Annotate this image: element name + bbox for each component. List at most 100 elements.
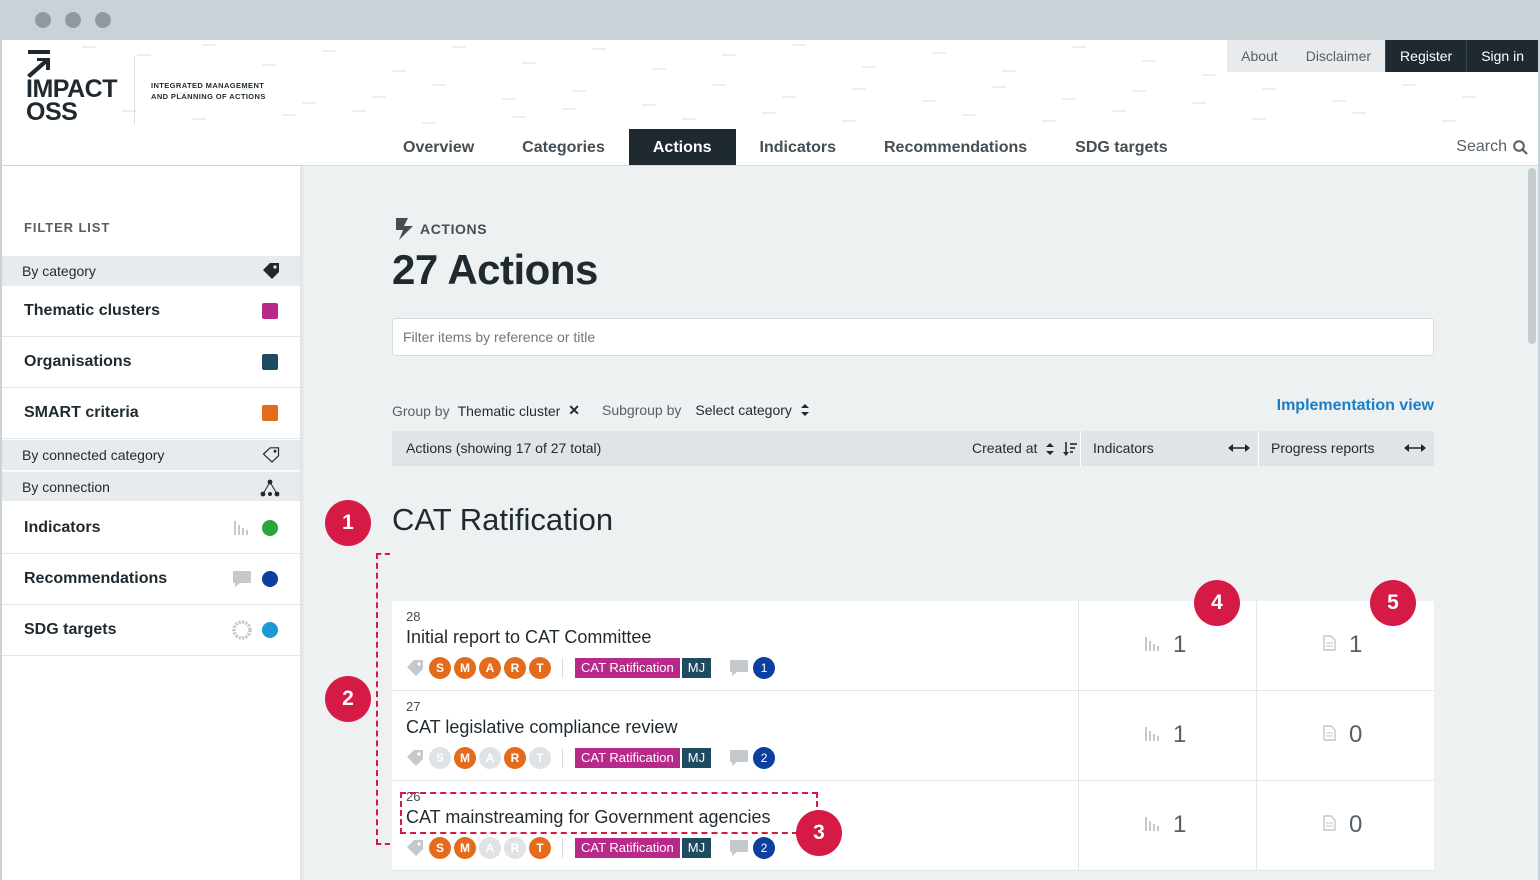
pattern-dash xyxy=(1402,84,1416,86)
sidebar-item-label: Organisations xyxy=(24,353,132,370)
sidebar-item-indicators[interactable]: Indicators xyxy=(2,503,300,554)
pattern-dash xyxy=(922,100,936,102)
sign-in-button[interactable]: Sign in xyxy=(1466,40,1538,72)
subgroup-select[interactable]: Select category xyxy=(695,402,792,418)
expand-column-icon[interactable] xyxy=(1228,442,1250,454)
pattern-dash xyxy=(792,44,806,46)
search-button[interactable]: Search xyxy=(1456,138,1528,156)
expand-column-icon[interactable] xyxy=(1404,442,1426,454)
pattern-dash xyxy=(1332,100,1346,102)
pattern-dash xyxy=(1062,98,1076,100)
annotation-bracket xyxy=(376,553,390,845)
organisation-badge[interactable]: MJ xyxy=(681,658,712,678)
filter-input[interactable] xyxy=(392,318,1434,356)
pattern-dash xyxy=(1112,110,1126,112)
implementation-view-link[interactable]: Implementation view xyxy=(1277,397,1434,415)
sidebar-item-thematic-clusters[interactable]: Thematic clusters xyxy=(2,286,300,337)
pattern-dash xyxy=(352,110,366,112)
window-maximize-dot[interactable] xyxy=(95,12,111,28)
tab-actions[interactable]: Actions xyxy=(628,129,736,165)
group-by-value[interactable]: Thematic cluster xyxy=(458,403,561,419)
annotation-marker-1: 1 xyxy=(325,500,371,546)
smart-badge-s: S xyxy=(429,747,451,769)
tag-divider xyxy=(562,658,563,678)
sidebar-item-organisations[interactable]: Organisations xyxy=(2,337,300,388)
smart-badge-a: A xyxy=(479,657,501,679)
annotation-marker-5: 5 xyxy=(1370,580,1416,626)
bar-chart-icon xyxy=(234,521,248,535)
sidebar-item-smart-criteria[interactable]: SMART criteria xyxy=(2,388,300,439)
group-by-connection-label: By connection xyxy=(22,479,110,495)
pattern-dash xyxy=(137,54,151,56)
sort-label: Created at xyxy=(972,440,1038,456)
pattern-dash xyxy=(192,118,206,120)
sidebar-item-label: SMART criteria xyxy=(24,404,139,421)
category-badge[interactable]: CAT Ratification xyxy=(575,658,680,678)
tab-recommendations[interactable]: Recommendations xyxy=(860,129,1051,165)
disclaimer-link[interactable]: Disclaimer xyxy=(1291,40,1386,72)
pattern-dash xyxy=(512,116,526,118)
page-kicker: ACTIONS xyxy=(396,218,487,240)
action-tags: SMART CAT Ratification MJ 2 xyxy=(406,747,776,769)
pattern-dash xyxy=(1442,120,1456,122)
annotation-marker-4: 4 xyxy=(1194,580,1240,626)
pattern-dash xyxy=(592,48,606,50)
progress-count: 1 xyxy=(1349,631,1363,658)
search-label: Search xyxy=(1456,138,1507,155)
register-button[interactable]: Register xyxy=(1385,40,1467,72)
column-progress-reports[interactable]: Progress reports xyxy=(1258,431,1434,466)
tab-sdg-targets[interactable]: SDG targets xyxy=(1051,129,1191,165)
smart-badge-r: R xyxy=(504,747,526,769)
action-reference: 27 xyxy=(406,699,421,714)
clear-group-icon[interactable]: ✕ xyxy=(568,402,580,419)
progress-count: 0 xyxy=(1349,721,1363,748)
action-title[interactable]: Initial report to CAT Committee xyxy=(406,627,651,648)
document-icon xyxy=(1323,815,1336,831)
tab-overview[interactable]: Overview xyxy=(379,129,498,165)
subgroup-by-label: Subgroup by xyxy=(602,402,682,418)
action-title[interactable]: CAT legislative compliance review xyxy=(406,717,677,738)
sidebar-title: FILTER LIST xyxy=(24,220,111,235)
logo-line2: OSS xyxy=(26,98,78,126)
sidebar-item-label: Indicators xyxy=(24,519,101,536)
tab-categories[interactable]: Categories xyxy=(498,129,629,165)
sidebar-item-recommendations[interactable]: Recommendations xyxy=(2,554,300,605)
smart-badge-r: R xyxy=(504,837,526,859)
pattern-dash xyxy=(842,120,856,122)
tag-divider xyxy=(562,748,563,768)
search-icon xyxy=(1513,139,1528,155)
progress-cell: 0 xyxy=(1256,691,1434,781)
column-indicators[interactable]: Indicators xyxy=(1080,431,1258,466)
pattern-dash xyxy=(322,50,336,52)
sdg-wheel-icon xyxy=(232,620,252,640)
pattern-dash xyxy=(932,52,946,54)
about-link[interactable]: About xyxy=(1227,40,1292,72)
smart-badge-a: A xyxy=(479,747,501,769)
pattern-dash xyxy=(392,70,406,72)
tag-divider xyxy=(562,838,563,858)
group-by-connection[interactable]: By connection xyxy=(2,471,300,501)
pattern-dash xyxy=(1202,74,1216,76)
organisation-badge[interactable]: MJ xyxy=(681,748,712,768)
window-minimize-dot[interactable] xyxy=(65,12,81,28)
comment-icon xyxy=(233,571,251,587)
subgroup-by-control: Subgroup by Select category xyxy=(602,402,810,418)
window-close-dot[interactable] xyxy=(35,12,51,28)
action-row[interactable]: 27 CAT legislative compliance review SMA… xyxy=(392,691,1434,781)
scrollbar[interactable] xyxy=(1528,168,1536,344)
organisation-badge[interactable]: MJ xyxy=(681,838,712,858)
group-by-category[interactable]: By category xyxy=(2,256,300,286)
progress-cell: 0 xyxy=(1256,781,1434,871)
comment-icon xyxy=(730,660,749,676)
sort-control[interactable]: Created at xyxy=(972,431,1078,466)
smart-badge-m: M xyxy=(454,837,476,859)
sort-descending-icon[interactable] xyxy=(1063,441,1078,457)
logo[interactable]: IMPACT OSS xyxy=(26,77,117,126)
category-badge[interactable]: CAT Ratification xyxy=(575,838,680,858)
category-badge[interactable]: CAT Ratification xyxy=(575,748,680,768)
action-row[interactable]: 28 Initial report to CAT Committee SMART… xyxy=(392,601,1434,691)
group-by-connected-category[interactable]: By connected category xyxy=(2,440,300,470)
tab-indicators[interactable]: Indicators xyxy=(736,129,860,165)
sidebar-item-sdg-targets[interactable]: SDG targets xyxy=(2,605,300,656)
document-icon xyxy=(1323,725,1336,741)
